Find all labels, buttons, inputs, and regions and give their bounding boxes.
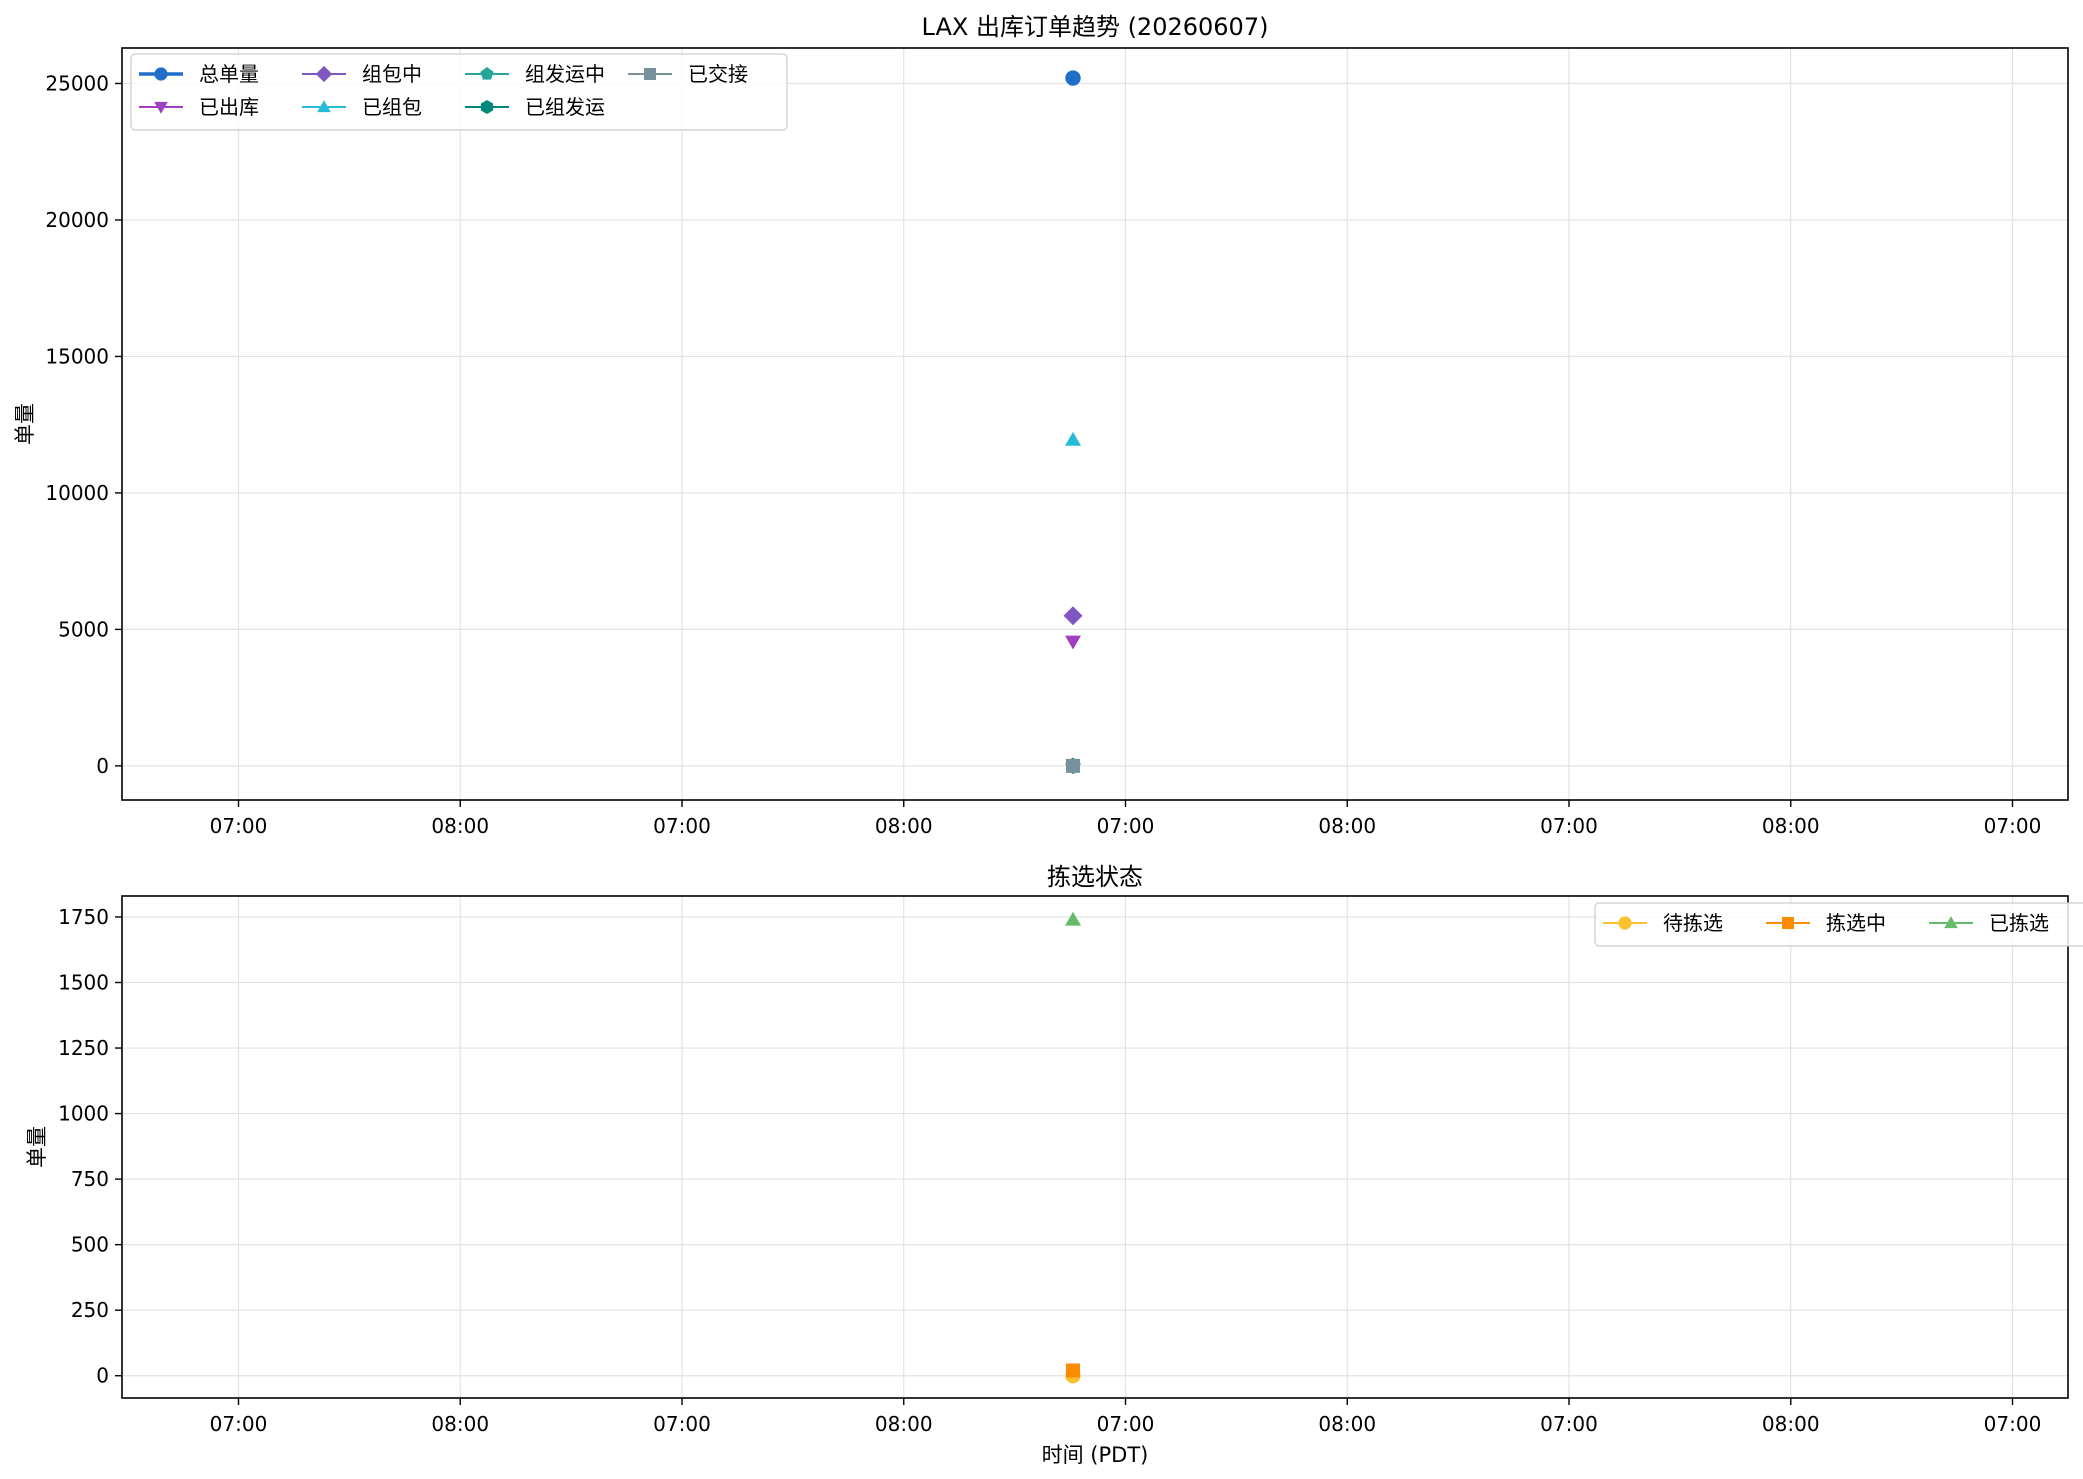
y-tick-label: 25000 (45, 71, 109, 95)
legend: 总单量已出库 组包中已组包 组发运中已组发运 已交接 (130, 53, 788, 131)
y-tick-label: 20000 (45, 208, 109, 232)
y-tick-label: 500 (71, 1233, 109, 1257)
x-tick-label: 08:00 (431, 814, 489, 838)
y-tick-label: 1750 (58, 905, 109, 929)
legend-label: 已组包 (362, 95, 422, 119)
x-tick-label: 08:00 (1762, 1412, 1820, 1436)
outbound-trend-chart: LAX 出库订单趋势 (20260607) 0 5000 10000 15000 200… (13, 13, 2069, 838)
x-tick-label: 08:00 (1318, 814, 1376, 838)
chart-title: 拣选状态 (1047, 863, 1143, 891)
legend-label: 已交接 (688, 62, 748, 86)
data-point-3 (1063, 606, 1083, 626)
x-tick-label: 07:00 (1984, 1412, 2042, 1436)
x-tick-label: 07:00 (653, 814, 711, 838)
y-tick-label: 1250 (58, 1036, 109, 1060)
legend-label: 组包中 (362, 62, 422, 86)
y-tick-label: 1500 (58, 971, 109, 995)
x-tick-label: 07:00 (1540, 1412, 1598, 1436)
x-tick-label: 08:00 (1762, 814, 1820, 838)
data-point-2 (1065, 635, 1082, 650)
legend: 待拣选 拣选中 已拣选 (1594, 902, 2083, 947)
data-point-7 (1066, 758, 1081, 773)
x-tick-label: 07:00 (1540, 814, 1598, 838)
data-point-4 (1065, 431, 1082, 446)
y-tick-label: 5000 (58, 617, 109, 641)
chart-title: LAX 出库订单趋势 (20260607) (922, 13, 1269, 41)
y-tick-label: 15000 (45, 344, 109, 368)
legend-label: 已出库 (199, 95, 259, 119)
data-point-2 (1066, 1363, 1081, 1378)
y-tick-label: 1000 (58, 1102, 109, 1126)
legend-label: 总单量 (199, 62, 259, 86)
y-tick-label: 0 (96, 754, 109, 778)
legend-swatch-marker (644, 68, 656, 80)
y-tick-label: 10000 (45, 481, 109, 505)
picking-status-chart: 拣选状态 0 250 500 750 1000 1250 1500 1750 07:00 08:… (25, 863, 2083, 1467)
legend-label: 组发运中 (525, 62, 605, 86)
y-tick-label: 0 (96, 1364, 109, 1388)
y-axis-label: 单量 (25, 1126, 49, 1168)
x-tick-label: 07:00 (210, 1412, 268, 1436)
figure: LAX 出库订单趋势 (20260607) 050001000015000200… (13, 13, 2083, 1467)
legend-label: 待拣选 (1663, 911, 1723, 935)
x-tick-label: 07:00 (1097, 814, 1155, 838)
x-axis-label: 时间 (PDT) (1042, 1443, 1149, 1467)
y-axis-label: 单量 (13, 403, 37, 445)
plot-frame (121, 895, 2069, 1399)
x-tick-label: 08:00 (875, 814, 933, 838)
legend-swatch-marker (154, 67, 168, 81)
x-tick-label: 08:00 (875, 1412, 933, 1436)
legend-label: 已拣选 (1989, 911, 2049, 935)
data-point-3 (1065, 911, 1082, 926)
legend-label: 拣选中 (1826, 911, 1886, 935)
x-tick-label: 08:00 (1318, 1412, 1376, 1436)
x-tick-label: 07:00 (653, 1412, 711, 1436)
legend-swatch-marker (1618, 916, 1632, 930)
x-tick-label: 07:00 (210, 814, 268, 838)
y-tick-label: 750 (71, 1167, 109, 1191)
legend-swatch-marker (1782, 917, 1794, 929)
x-tick-label: 08:00 (431, 1412, 489, 1436)
y-tick-label: 250 (71, 1298, 109, 1322)
plot-frame (121, 47, 2069, 801)
x-tick-label: 07:00 (1984, 814, 2042, 838)
data-point-1 (1065, 70, 1081, 86)
x-tick-label: 07:00 (1097, 1412, 1155, 1436)
legend-label: 已组发运 (525, 95, 605, 119)
